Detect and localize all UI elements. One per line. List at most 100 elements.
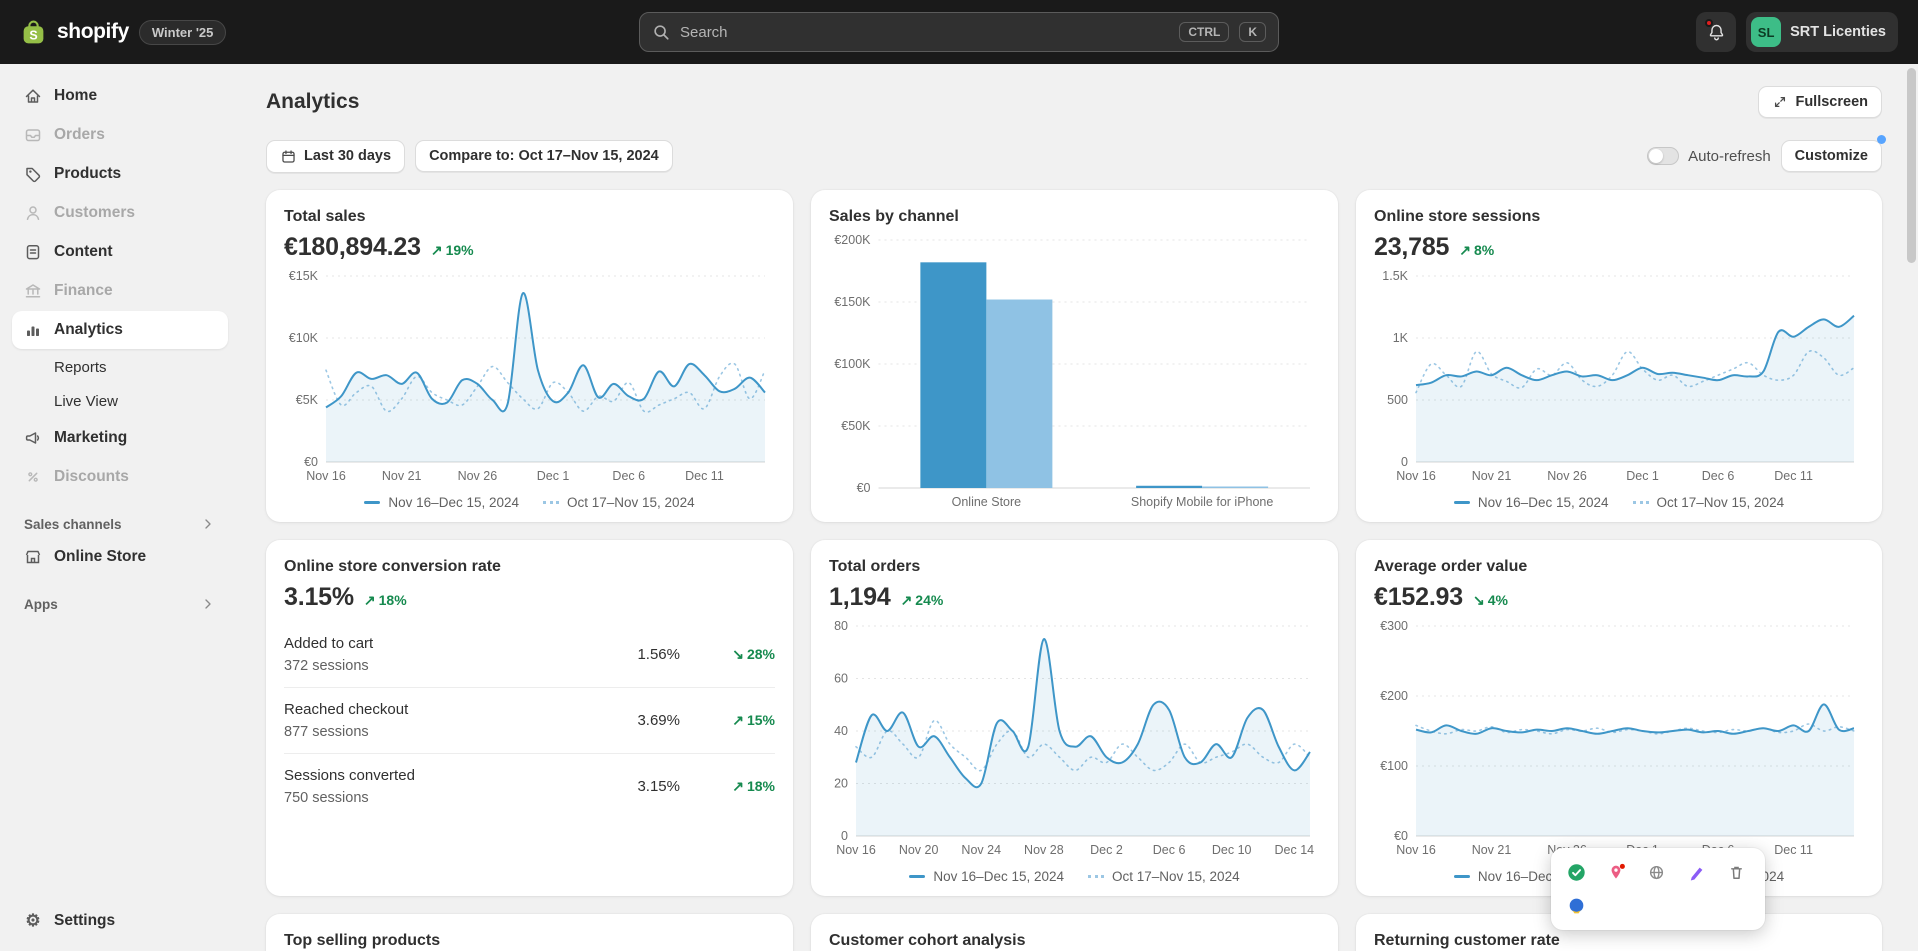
metric-value: €180,894.23	[284, 233, 421, 262]
sidebar-item-customers[interactable]: Customers	[12, 194, 228, 232]
finance-icon	[22, 281, 44, 301]
legend-previous-label: Oct 17–Nov 15, 2024	[1657, 495, 1785, 510]
svg-text:Dec 11: Dec 11	[685, 469, 724, 483]
marketing-icon	[22, 428, 44, 448]
brand-wordmark: shopify	[57, 20, 129, 44]
trash-button[interactable]	[1718, 855, 1754, 889]
fullscreen-button[interactable]: Fullscreen	[1758, 86, 1882, 118]
orders-icon	[22, 125, 44, 145]
svg-text:€0: €0	[857, 481, 871, 495]
sidebar-item-label: Live View	[54, 393, 118, 410]
card-title-link[interactable]: Sales by channel	[829, 208, 959, 226]
funnel-row-reached-checkout[interactable]: Reached checkout 877 sessions 3.69% ↗15%	[284, 688, 775, 754]
extension-icon	[1566, 896, 1587, 917]
customize-button[interactable]: Customize	[1781, 140, 1882, 172]
metric-value: 3.15%	[284, 583, 354, 612]
svg-text:Nov 16: Nov 16	[836, 843, 876, 857]
global-search-input[interactable]: Search CTRL K	[639, 12, 1279, 52]
auto-refresh-control[interactable]: Auto-refresh	[1647, 147, 1771, 165]
funnel-sessions: 750 sessions	[284, 790, 530, 806]
total-sales-chart: €0€5K€10K€15KNov 16Nov 21Nov 26Dec 1Dec …	[284, 268, 775, 486]
metric-delta: ↗8%	[1459, 242, 1494, 259]
card-title-link[interactable]: Online store conversion rate	[284, 558, 501, 576]
sidebar-item-settings[interactable]: ⚙ Settings	[12, 902, 228, 940]
sidebar-item-online-store[interactable]: Online Store	[12, 538, 228, 576]
topbar-actions: SL SRT Licenties	[1279, 12, 1898, 52]
sidebar-item-label: Home	[54, 87, 97, 105]
trend-up-icon: ↗	[431, 242, 443, 259]
card-title-link[interactable]: Online store sessions	[1374, 208, 1540, 226]
card-top-selling-products: Top selling products	[266, 914, 793, 951]
sales-channels-header[interactable]: Sales channels	[24, 516, 216, 532]
compare-to-button[interactable]: Compare to: Oct 17–Nov 15, 2024	[415, 140, 673, 172]
metric-delta: ↗24%	[901, 592, 944, 609]
scrollbar-thumb[interactable]	[1907, 68, 1916, 263]
sidebar-item-discounts[interactable]: Discounts	[12, 458, 228, 496]
card-title-link[interactable]: Top selling products	[284, 932, 440, 950]
sidebar-item-home[interactable]: Home	[12, 77, 228, 115]
store-menu[interactable]: SL SRT Licenties	[1746, 12, 1898, 52]
funnel-rate: 3.69%	[530, 712, 680, 729]
customize-label: Customize	[1795, 148, 1868, 164]
funnel-label: Sessions converted	[284, 767, 530, 784]
storefront-icon	[22, 547, 44, 567]
globe-button[interactable]	[1638, 855, 1674, 889]
chevron-right-icon	[200, 516, 216, 532]
chevron-right-icon	[200, 596, 216, 612]
store-avatar: SL	[1751, 17, 1781, 47]
store-name: SRT Licenties	[1790, 24, 1886, 40]
sidebar-item-finance[interactable]: Finance	[12, 272, 228, 310]
metric-delta: ↘4%	[1473, 592, 1508, 609]
card-title-link[interactable]: Returning customer rate	[1374, 932, 1560, 950]
page-title: Analytics	[266, 90, 359, 114]
sidebar-item-label: Reports	[54, 359, 107, 376]
svg-text:Nov 20: Nov 20	[899, 843, 939, 857]
sidebar-item-marketing[interactable]: Marketing	[12, 419, 228, 457]
notifications-button[interactable]	[1696, 12, 1736, 52]
extension-button[interactable]	[1558, 889, 1594, 923]
svg-text:Dec 6: Dec 6	[1153, 843, 1186, 857]
release-badge[interactable]: Winter '25	[139, 20, 227, 45]
svg-text:€0: €0	[304, 455, 318, 469]
apps-header[interactable]: Apps	[24, 596, 216, 612]
svg-text:Dec 2: Dec 2	[1090, 843, 1123, 857]
sidebar-item-content[interactable]: Content	[12, 233, 228, 271]
customers-icon	[22, 203, 44, 223]
sidebar-item-live-view[interactable]: Live View	[12, 384, 228, 418]
sidebar-item-reports[interactable]: Reports	[12, 350, 228, 384]
card-conversion-rate: Online store conversion rate 3.15% ↗18% …	[266, 540, 793, 896]
svg-text:Dec 6: Dec 6	[612, 469, 645, 483]
card-title-link[interactable]: Customer cohort analysis	[829, 932, 1026, 950]
chart-legend: Nov 16–Dec 15, 2024 Oct 17–Nov 15, 2024	[284, 486, 775, 512]
card-title-link[interactable]: Total sales	[284, 208, 366, 226]
svg-text:€200: €200	[1380, 689, 1408, 703]
globe-icon	[1646, 862, 1667, 883]
legend-current-label: Nov 16–Dec 15, 2024	[388, 495, 519, 510]
svg-text:€5K: €5K	[296, 393, 319, 407]
svg-text:Dec 11: Dec 11	[1774, 469, 1813, 483]
sidebar-item-products[interactable]: Products	[12, 155, 228, 193]
card-title-link[interactable]: Total orders	[829, 558, 920, 576]
funnel-row-sessions-converted[interactable]: Sessions converted 750 sessions 3.15% ↗1…	[284, 754, 775, 819]
svg-text:€100: €100	[1380, 759, 1408, 773]
sidebar-item-orders[interactable]: Orders	[12, 116, 228, 154]
card-total-sales: Total sales €180,894.23 ↗19% €0€5K€10K€1…	[266, 190, 793, 522]
card-title-link[interactable]: Average order value	[1374, 558, 1527, 576]
conversion-funnel: Added to cart 372 sessions 1.56% ↘28% Re…	[284, 622, 775, 819]
date-range-button[interactable]: Last 30 days	[266, 140, 405, 173]
legend-current-label: Nov 16–Dec 15, 2024	[1478, 495, 1609, 510]
vertical-scrollbar[interactable]	[1907, 68, 1916, 947]
pin-button[interactable]	[1598, 855, 1634, 889]
metric-value: 23,785	[1374, 233, 1449, 262]
auto-refresh-toggle[interactable]	[1647, 147, 1679, 165]
svg-text:Nov 16: Nov 16	[1396, 843, 1436, 857]
pen-button[interactable]	[1678, 855, 1714, 889]
check-circle-button[interactable]	[1558, 855, 1594, 889]
svg-text:Nov 26: Nov 26	[1547, 469, 1587, 483]
discounts-icon	[22, 467, 44, 487]
sidebar-item-analytics[interactable]: Analytics	[12, 311, 228, 349]
trend-up-icon: ↗	[364, 592, 376, 609]
svg-text:Shopify Mobile for iPhone: Shopify Mobile for iPhone	[1131, 495, 1273, 509]
svg-text:Nov 16: Nov 16	[306, 469, 346, 483]
funnel-row-added-to-cart[interactable]: Added to cart 372 sessions 1.56% ↘28%	[284, 622, 775, 688]
